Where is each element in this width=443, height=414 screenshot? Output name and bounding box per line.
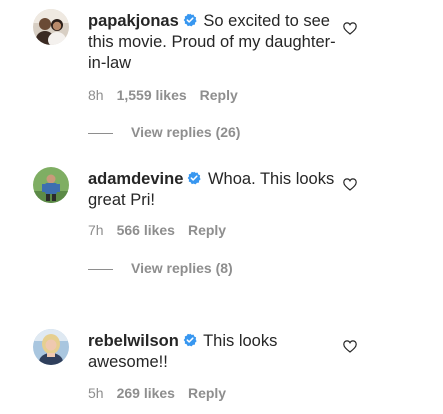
heart-outline-icon[interactable] xyxy=(343,178,357,191)
verified-badge-icon xyxy=(187,171,201,185)
avatar-papakjonas[interactable] xyxy=(33,9,69,45)
view-replies-label: View replies (26) xyxy=(131,124,241,140)
comment-text: rebelwilson This looks awesome!! xyxy=(88,331,343,373)
username[interactable]: rebelwilson xyxy=(88,332,179,350)
avatar-adamdevine[interactable] xyxy=(33,167,69,203)
view-replies-button[interactable]: View replies (26) xyxy=(88,124,240,140)
reply-button[interactable]: Reply xyxy=(188,385,226,401)
username[interactable]: papakjonas xyxy=(88,12,179,30)
likes-count[interactable]: 1,559 likes xyxy=(117,87,187,103)
comment-meta: 7h 566 likes Reply xyxy=(88,222,239,238)
comment-meta: 8h 1,559 likes Reply xyxy=(88,87,251,103)
comment-time: 5h xyxy=(88,385,104,401)
comment-time: 7h xyxy=(88,222,104,238)
likes-count[interactable]: 566 likes xyxy=(117,222,175,238)
comment-meta: 5h 269 likes Reply xyxy=(88,385,239,401)
comment-time: 8h xyxy=(88,87,104,103)
avatar-rebelwilson[interactable] xyxy=(33,329,69,365)
view-replies-button[interactable]: View replies (8) xyxy=(88,260,233,276)
divider-line xyxy=(88,268,113,270)
verified-badge-icon xyxy=(183,13,197,27)
divider-line xyxy=(88,132,113,134)
heart-outline-icon[interactable] xyxy=(343,340,357,353)
reply-button[interactable]: Reply xyxy=(200,87,238,103)
likes-count[interactable]: 269 likes xyxy=(117,385,175,401)
comment-text: papakjonas So excited to see this movie.… xyxy=(88,11,343,74)
comment-text: adamdevine Whoa. This looks great Pri! xyxy=(88,169,343,211)
reply-button[interactable]: Reply xyxy=(188,222,226,238)
view-replies-label: View replies (8) xyxy=(131,260,233,276)
username[interactable]: adamdevine xyxy=(88,170,183,188)
heart-outline-icon[interactable] xyxy=(343,22,357,35)
verified-badge-icon xyxy=(183,333,197,347)
